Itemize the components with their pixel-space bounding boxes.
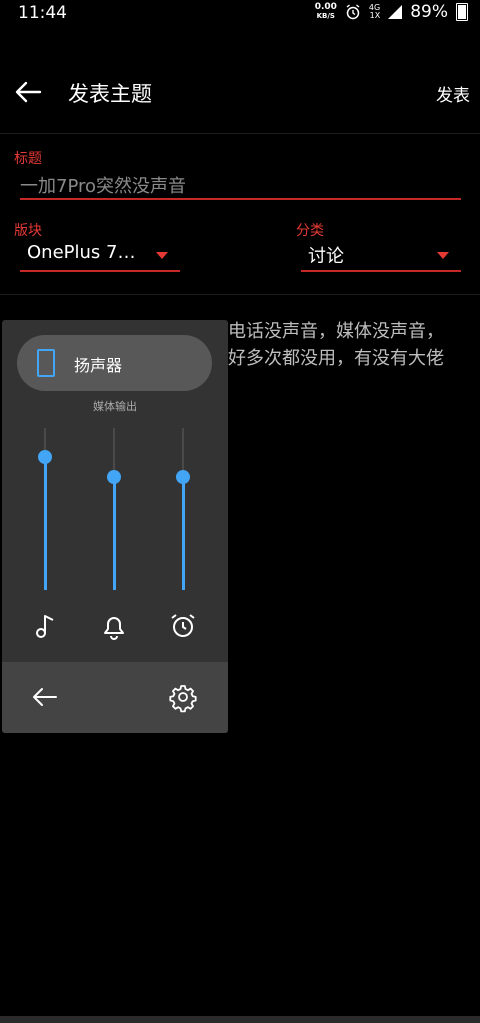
phone-speaker-icon: [37, 349, 55, 377]
page-title: 发表主题: [68, 82, 152, 106]
alarm-status-icon: [346, 4, 360, 20]
output-device-label: 扬声器: [74, 356, 123, 375]
divider: [0, 294, 480, 295]
board-label: 版块: [14, 223, 42, 239]
chevron-down-icon: [437, 252, 449, 259]
category-value: 讨论: [308, 246, 344, 267]
status-bar: 11:44 0.00 KB/S 4G 1X 89%: [0, 0, 480, 26]
battery-percent: 89%: [410, 2, 448, 22]
category-label: 分类: [296, 223, 324, 239]
output-device-button[interactable]: 扬声器: [17, 335, 212, 391]
slider-fill: [112, 477, 116, 590]
app-bar: 发表主题 发表: [0, 60, 480, 124]
back-arrow-icon[interactable]: [10, 74, 46, 110]
media-volume-slider[interactable]: [38, 428, 52, 590]
network-type: 4G 1X: [368, 3, 381, 20]
slider-fill: [43, 457, 47, 590]
battery-icon: [456, 3, 468, 21]
post-body[interactable]: 电话没声音，媒体没声音， 好多次都没用，有没有大佬: [228, 318, 478, 372]
slider-knob[interactable]: [107, 470, 121, 484]
slider-knob[interactable]: [176, 470, 190, 484]
title-label: 标题: [14, 151, 42, 167]
ring-volume-slider[interactable]: [107, 428, 121, 590]
volume-panel: 扬声器 媒体输出: [2, 320, 228, 733]
gear-icon[interactable]: [168, 680, 198, 714]
category-select[interactable]: 讨论: [301, 240, 461, 272]
panel-footer: [2, 662, 228, 733]
signal-icon: [388, 5, 403, 19]
board-value: OnePlus 7…: [27, 242, 136, 263]
board-select[interactable]: OnePlus 7…: [20, 240, 180, 272]
status-time: 11:44: [18, 3, 67, 23]
slider-fill: [181, 477, 185, 590]
net-speed: 0.00 KB/S: [314, 2, 337, 21]
status-icons: 0.00 KB/S 4G 1X 89%: [315, 2, 468, 22]
alarm-clock-icon[interactable]: [169, 612, 197, 640]
publish-button[interactable]: 发表: [436, 81, 470, 106]
output-caption: 媒体输出: [93, 400, 137, 413]
music-note-icon[interactable]: [31, 612, 59, 640]
slider-knob[interactable]: [38, 450, 52, 464]
collapse-back-icon[interactable]: [30, 680, 60, 714]
navigation-bar: [0, 1016, 480, 1023]
bell-icon[interactable]: [100, 612, 128, 640]
divider: [0, 133, 480, 134]
title-input[interactable]: 一加7Pro突然没声音: [20, 172, 461, 200]
alarm-volume-slider[interactable]: [176, 428, 190, 590]
chevron-down-icon: [156, 252, 168, 259]
